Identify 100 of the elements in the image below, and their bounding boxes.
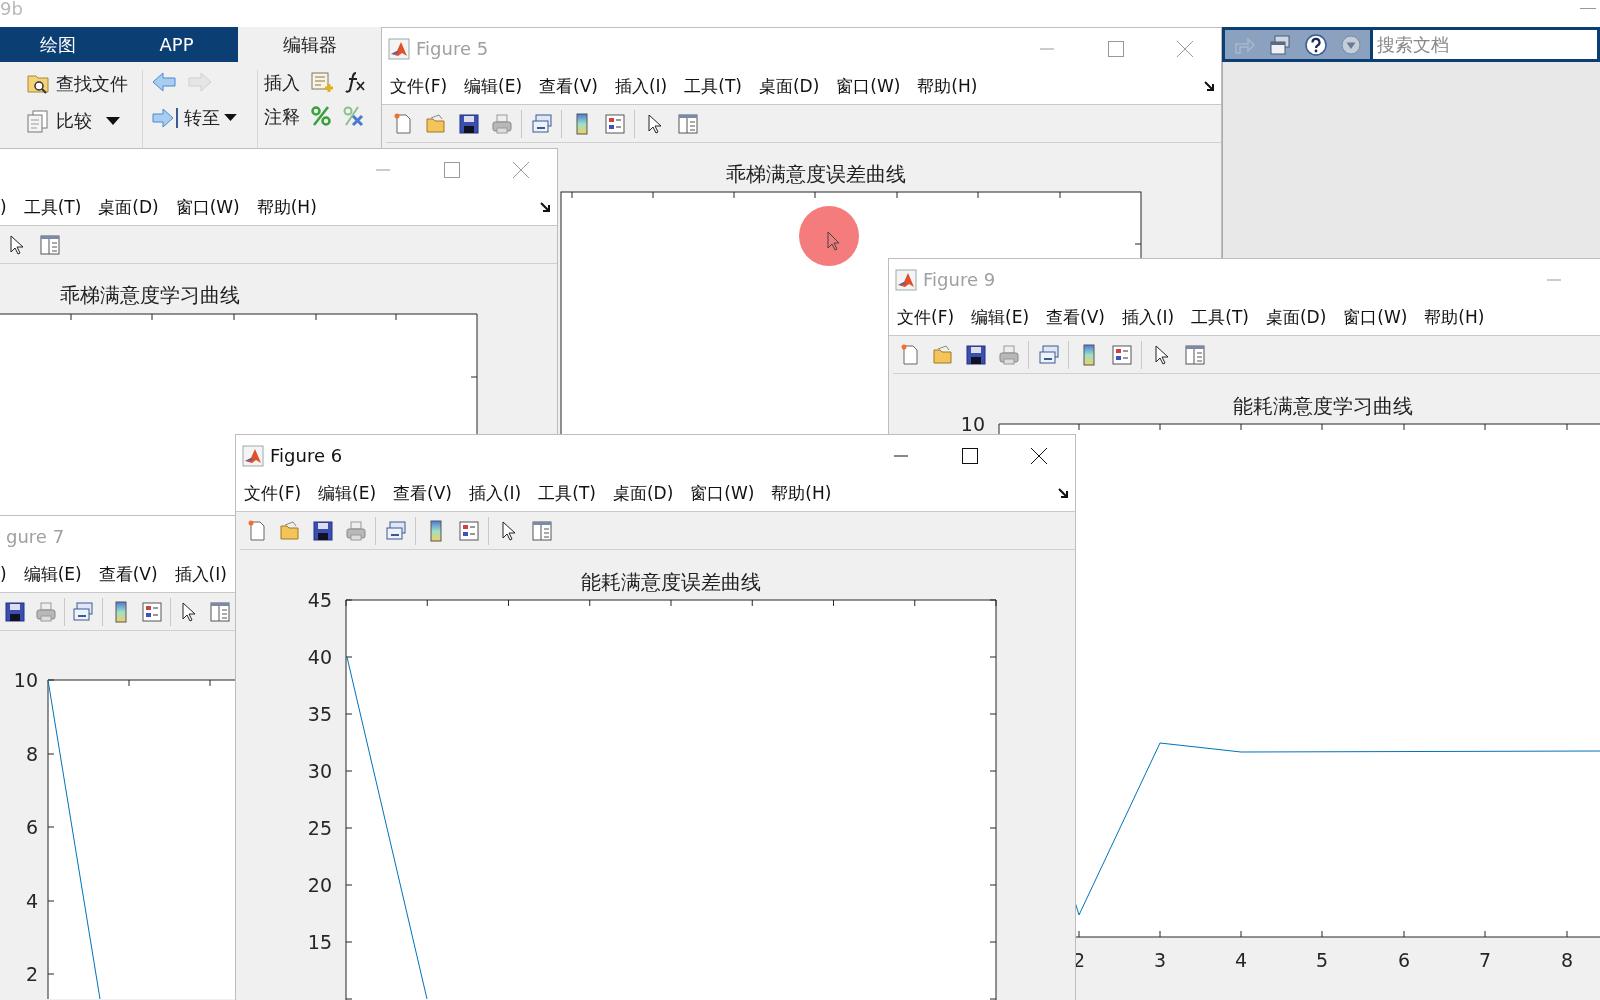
plot-title: 乖梯满意度学习曲线: [60, 283, 240, 307]
legend-icon[interactable]: [457, 519, 480, 542]
inspector-icon[interactable]: [208, 600, 231, 623]
help-icon[interactable]: [1305, 33, 1327, 56]
menu-item[interactable]: 插入(I): [1121, 304, 1175, 331]
function-icon[interactable]: [344, 71, 366, 93]
menu-item[interactable]: 帮助(H): [256, 194, 317, 221]
link-icon[interactable]: [384, 519, 407, 542]
legend-icon[interactable]: [140, 600, 163, 623]
menu-item[interactable]: 文件(F): [897, 304, 955, 331]
window-title: Figure 9: [923, 268, 996, 292]
back-arrow-icon[interactable]: [152, 72, 176, 92]
menu-item[interactable]: 工具(T): [538, 480, 596, 507]
print-icon[interactable]: [344, 519, 367, 542]
menu-item[interactable]: 编辑(E): [23, 561, 82, 588]
menu-item[interactable]: 查看(V): [539, 73, 598, 100]
comment-percent-icon[interactable]: [310, 105, 332, 127]
link-icon[interactable]: [530, 112, 553, 135]
menu-item[interactable]: 查看(V): [1046, 304, 1105, 331]
menu-item[interactable]: 窗口(W): [175, 194, 240, 221]
ribbon-tab[interactable]: 绘图: [0, 27, 115, 62]
maximize-icon: [443, 161, 460, 178]
inspector-icon[interactable]: [676, 112, 699, 135]
menu-item[interactable]: ): [0, 194, 7, 221]
link-icon[interactable]: [1037, 343, 1060, 366]
find-files-button[interactable]: 查找文件: [26, 70, 142, 97]
tick-label: 6: [1397, 949, 1411, 971]
maximize-icon: [1107, 40, 1124, 57]
tick-label: 35: [307, 703, 332, 725]
menu-item[interactable]: 窗口(W): [690, 480, 755, 507]
goto-button[interactable]: 转至: [152, 104, 257, 131]
save-icon[interactable]: [311, 519, 334, 542]
click-highlight-drawing: [799, 206, 859, 266]
legend-icon[interactable]: [603, 112, 626, 135]
tick-label: 7: [1478, 949, 1492, 971]
windows-icon[interactable]: [1269, 33, 1291, 56]
menu-item[interactable]: 帮助(H): [917, 73, 978, 100]
dropdown-circle-icon[interactable]: [1341, 34, 1361, 55]
menu-item[interactable]: 插入(I): [174, 561, 227, 588]
tick-label: 2: [25, 963, 38, 985]
menu-item[interactable]: 查看(V): [98, 561, 158, 588]
menu-item[interactable]: 窗口(W): [836, 73, 901, 100]
link-icon[interactable]: [72, 600, 95, 623]
peak-logo-icon: [895, 268, 917, 291]
insert-section-icon[interactable]: [310, 70, 334, 94]
dock-arrow-icon[interactable]: [1204, 81, 1215, 92]
legend-icon[interactable]: [1110, 343, 1133, 366]
print-icon[interactable]: [34, 600, 57, 623]
menu-item[interactable]: 工具(T): [1191, 304, 1249, 331]
inspector-icon[interactable]: [1183, 343, 1206, 366]
caret-icon: [224, 113, 237, 122]
tick-label: 6: [25, 816, 38, 838]
tick-label: 20: [307, 874, 332, 896]
print-icon[interactable]: [997, 343, 1020, 366]
peak-logo-icon: [388, 37, 410, 60]
menu-item[interactable]: 文件(F): [390, 73, 448, 100]
close-icon: [1175, 39, 1194, 58]
tick-label: 8: [25, 743, 38, 765]
close-icon: [511, 160, 530, 179]
comment-button[interactable]: 注释: [264, 102, 300, 130]
menu-item[interactable]: 编辑(E): [318, 480, 377, 507]
menu-item[interactable]: 窗口(W): [1343, 304, 1408, 331]
tick-label: 3: [1153, 949, 1167, 971]
inspector-icon[interactable]: [530, 519, 553, 542]
menu-item[interactable]: 桌面(D): [1265, 304, 1327, 331]
menu-item[interactable]: ): [0, 561, 7, 588]
ribbon-tab[interactable]: 编辑器: [238, 27, 381, 62]
menu-item[interactable]: 桌面(D): [612, 480, 674, 507]
tick-label: 25: [307, 817, 332, 839]
uncomment-percent-icon[interactable]: [342, 105, 364, 127]
menu-item[interactable]: 插入(I): [614, 73, 668, 100]
print-icon[interactable]: [490, 112, 513, 135]
open-folder-icon[interactable]: [278, 519, 301, 542]
compare-button[interactable]: 比较: [26, 107, 142, 134]
save-icon[interactable]: [457, 112, 480, 135]
dock-arrow-icon[interactable]: [540, 202, 551, 213]
window-title: Figure 6: [270, 444, 343, 468]
menu-item[interactable]: 帮助(H): [771, 480, 832, 507]
close-icon: [1029, 446, 1048, 465]
open-folder-icon[interactable]: [931, 343, 954, 366]
dock-arrow-icon[interactable]: [1058, 488, 1069, 499]
search-field[interactable]: 搜索文档: [1373, 30, 1597, 59]
ribbon-tab[interactable]: APP: [115, 27, 238, 62]
menu-item[interactable]: 桌面(D): [98, 194, 159, 221]
inspector-icon[interactable]: [38, 233, 61, 256]
insert-button[interactable]: 插入: [264, 68, 300, 96]
menu-item[interactable]: 编辑(E): [464, 73, 523, 100]
menu-item[interactable]: 编辑(E): [971, 304, 1030, 331]
open-folder-icon[interactable]: [424, 112, 447, 135]
menu-item[interactable]: 文件(F): [244, 480, 302, 507]
menu-item[interactable]: 工具(T): [23, 194, 82, 221]
menu-item[interactable]: 插入(I): [468, 480, 522, 507]
tick-label: 4: [1234, 949, 1248, 971]
menu-item[interactable]: 帮助(H): [1424, 304, 1485, 331]
tick-label: 4: [25, 890, 38, 912]
menu-item[interactable]: 桌面(D): [758, 73, 820, 100]
save-icon[interactable]: [964, 343, 987, 366]
menu-item[interactable]: 查看(V): [393, 480, 452, 507]
menu-item[interactable]: 工具(T): [684, 73, 742, 100]
save-icon[interactable]: [4, 600, 27, 623]
